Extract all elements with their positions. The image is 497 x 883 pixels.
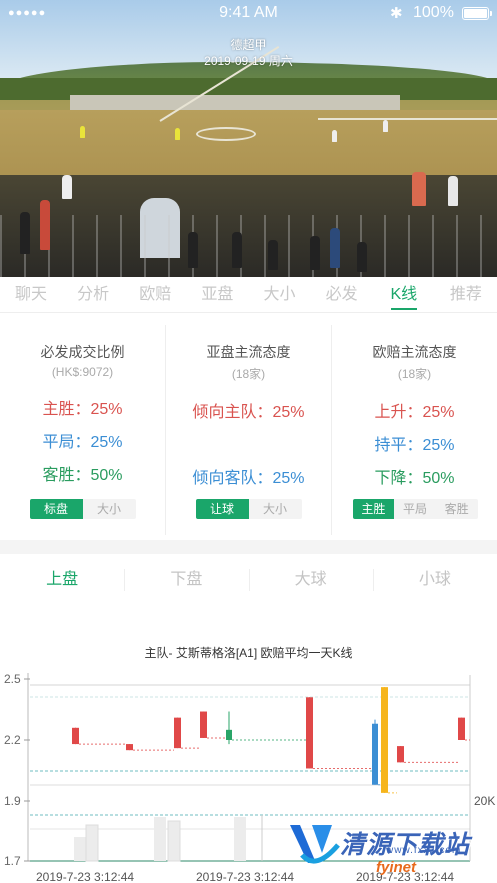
- player: [332, 130, 337, 142]
- chart-title: 主队- 艾斯蒂格洛[A1] 欧赔平均一天K线: [144, 646, 353, 660]
- section-divider: [0, 540, 497, 554]
- spectator: [188, 232, 198, 268]
- candle: [397, 746, 404, 763]
- match-date: 2019-09-19 周六: [204, 54, 293, 68]
- asian-toggle: 让球 大小: [195, 499, 302, 519]
- player: [175, 128, 180, 140]
- stat-row-home-win: 主胜：25%: [42, 401, 123, 418]
- status-bar: ●●●●● 9:41 AM ✱ 100%: [0, 0, 497, 26]
- x-tick-label: 2019-7-23 3:12:44: [36, 870, 134, 883]
- stat-title: 必发成交比例: [40, 344, 125, 360]
- volume-bar: [167, 820, 181, 862]
- stat-column-betfair: 必发成交比例 (HK$:9072) 主胜：25% 平局：25% 客胜：50% 标…: [0, 325, 165, 535]
- pitch-circle: [196, 127, 256, 141]
- stat-row-home-lean: 倾向主队：25%: [192, 404, 305, 421]
- stat-subtitle: (18家): [231, 367, 266, 381]
- volume-bar: [85, 824, 99, 862]
- toggle-standard[interactable]: 标盘: [29, 499, 83, 519]
- market-tab-bar: 上盘 下盘 大球 小球: [0, 560, 497, 600]
- live-video-panel[interactable]: ●●●●● 9:41 AM ✱ 100% 德超甲 2019-09-19 周六: [0, 0, 497, 277]
- spectator: [448, 176, 458, 206]
- tab-upper-handicap[interactable]: 上盘: [0, 560, 124, 600]
- match-info: 德超甲 2019-09-19 周六: [0, 37, 497, 69]
- stat-subtitle: (18家): [397, 367, 432, 381]
- spectator: [357, 242, 367, 272]
- video-fence: [0, 215, 497, 277]
- tab-kline[interactable]: K线: [373, 277, 435, 312]
- watermark-url: www.fxxz.com: [386, 845, 462, 856]
- spectator: [268, 240, 278, 270]
- stat-column-asian: 亚盘主流态度 (18家) 倾向主队：25% 倾向客队：25% 让球 大小: [165, 325, 331, 535]
- candle: [174, 717, 181, 749]
- stat-column-euro: 欧赔主流态度 (18家) 上升：25% 持平：25% 下降：50% 主胜 平局 …: [331, 325, 497, 535]
- tab-under[interactable]: 小球: [372, 560, 497, 600]
- volume-label: 20K: [474, 794, 495, 808]
- spectator: [310, 236, 320, 270]
- spectator: [412, 172, 426, 206]
- player: [80, 126, 85, 138]
- stat-row-rise: 上升：25%: [374, 404, 455, 421]
- euro-toggle: 主胜 平局 客胜: [352, 499, 478, 519]
- stat-row-away-lean: 倾向客队：25%: [192, 470, 305, 487]
- y-tick-label: 1.9: [4, 794, 21, 808]
- player: [383, 120, 388, 132]
- tab-asian-handicap[interactable]: 亚盘: [186, 277, 248, 312]
- watermark: 清源下载站 www.fxxz.com fyinet: [286, 815, 491, 881]
- stat-row-away-win: 客胜：50%: [42, 467, 123, 484]
- y-tick-label: 2.5: [4, 672, 21, 686]
- spectator: [330, 228, 340, 268]
- y-tick-label: 2.2: [4, 733, 21, 747]
- pitch-line: [318, 118, 497, 120]
- volume-bar: [154, 817, 166, 861]
- candle: [200, 711, 207, 738]
- candle: [306, 697, 313, 769]
- tab-over-under[interactable]: 大小: [249, 277, 311, 312]
- volume-bar: [234, 817, 246, 861]
- toggle-draw[interactable]: 平局: [394, 499, 436, 519]
- battery-tip: [490, 11, 492, 16]
- tab-betfair[interactable]: 必发: [311, 277, 373, 312]
- toggle-over-under[interactable]: 大小: [249, 499, 302, 519]
- toggle-handicap[interactable]: 让球: [195, 499, 249, 519]
- tab-euro-odds[interactable]: 欧赔: [124, 277, 186, 312]
- x-tick-label: 2019-7-23 3:12:44: [196, 870, 294, 883]
- candle: [381, 687, 388, 793]
- referee: [62, 175, 72, 199]
- candle: [226, 729, 232, 740]
- candle: [458, 717, 465, 740]
- tab-analysis[interactable]: 分析: [62, 277, 124, 312]
- bluetooth-icon: ✱: [390, 5, 403, 22]
- candle: [126, 744, 133, 751]
- stat-row-empty: [166, 429, 331, 462]
- toggle-away-win[interactable]: 客胜: [436, 499, 478, 519]
- tab-over[interactable]: 大球: [248, 560, 373, 600]
- spectator: [232, 232, 242, 268]
- spectator: [40, 200, 50, 250]
- toggle-over-under[interactable]: 大小: [83, 499, 136, 519]
- league-name: 德超甲: [230, 38, 267, 52]
- battery-icon: [462, 7, 489, 20]
- tab-lower-handicap[interactable]: 下盘: [124, 560, 248, 600]
- tab-chat[interactable]: 聊天: [0, 277, 62, 312]
- stat-title: 亚盘主流态度: [206, 344, 291, 360]
- stat-row-fall: 下降：50%: [374, 470, 455, 487]
- volume-bar: [74, 837, 86, 861]
- main-tab-bar: 聊天 分析 欧赔 亚盘 大小 必发 K线 推荐: [0, 277, 497, 313]
- stat-subtitle: (HK$:9072): [51, 365, 114, 379]
- toggle-home-win[interactable]: 主胜: [352, 499, 395, 519]
- candle: [372, 723, 378, 785]
- stat-title: 欧赔主流态度: [372, 344, 457, 360]
- candle: [72, 727, 79, 745]
- stat-row-draw: 平局：25%: [42, 434, 123, 451]
- stats-panel: 必发成交比例 (HK$:9072) 主胜：25% 平局：25% 客胜：50% 标…: [0, 325, 497, 535]
- tab-recommend[interactable]: 推荐: [435, 277, 497, 312]
- stat-row-flat: 持平：25%: [374, 437, 455, 454]
- battery-percent: 100%: [413, 4, 454, 21]
- watermark-tag: fyinet: [376, 859, 417, 876]
- y-tick-label: 1.7: [4, 854, 21, 868]
- spectator: [20, 212, 30, 254]
- betfair-toggle: 标盘 大小: [29, 499, 136, 519]
- watermark-logo-icon: [290, 825, 340, 864]
